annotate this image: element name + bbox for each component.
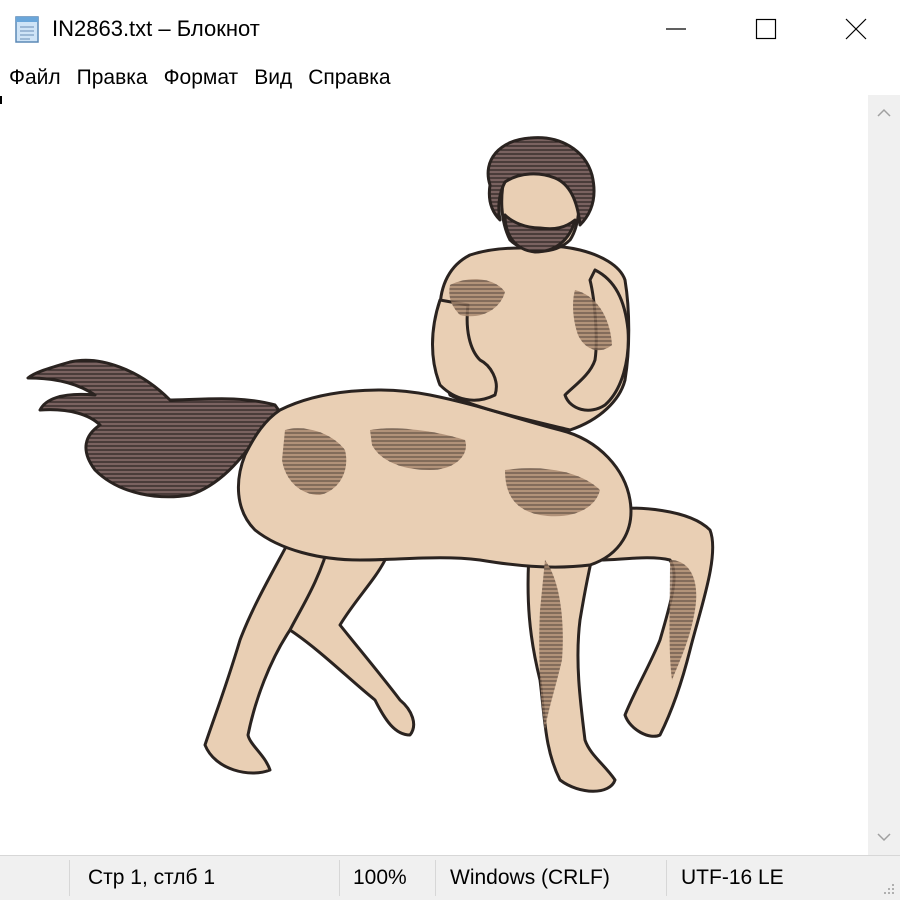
- menu-view[interactable]: Вид: [246, 63, 300, 93]
- text-caret: [0, 96, 2, 104]
- close-button[interactable]: [810, 0, 900, 58]
- scroll-up-arrow-icon: [877, 108, 891, 117]
- menu-format[interactable]: Формат: [156, 63, 247, 93]
- text-editor-area[interactable]: [0, 95, 868, 855]
- title-bar: IN2863.txt – Блокнот: [0, 0, 900, 58]
- status-separator: [339, 860, 340, 896]
- menu-help[interactable]: Справка: [300, 63, 398, 93]
- resize-grip-icon[interactable]: [882, 882, 896, 896]
- status-separator: [69, 860, 70, 896]
- centaur-art: [26, 136, 715, 793]
- maximize-button[interactable]: [720, 0, 812, 58]
- minimize-button[interactable]: [630, 0, 722, 58]
- status-separator: [666, 860, 667, 896]
- status-zoom: 100%: [353, 866, 407, 889]
- menu-file[interactable]: Файл: [0, 63, 69, 93]
- vertical-scrollbar[interactable]: [868, 95, 900, 855]
- status-separator: [435, 860, 436, 896]
- status-encoding: UTF-16 LE: [681, 866, 784, 889]
- minimize-icon: [666, 28, 686, 30]
- scroll-up-button[interactable]: [868, 95, 900, 131]
- status-line-endings: Windows (CRLF): [450, 866, 610, 889]
- menu-bar: Файл Правка Формат Вид Справка: [0, 62, 900, 94]
- notepad-icon: [15, 16, 39, 43]
- close-icon: [845, 18, 867, 40]
- window-title: IN2863.txt – Блокнот: [52, 16, 260, 41]
- menu-edit[interactable]: Правка: [69, 63, 156, 93]
- status-bar: Стр 1, стлб 1 100% Windows (CRLF) UTF-16…: [0, 855, 900, 900]
- maximize-icon: [755, 18, 777, 40]
- scroll-down-button[interactable]: [868, 819, 900, 855]
- scroll-down-arrow-icon: [877, 833, 891, 842]
- status-cursor-position: Стр 1, стлб 1: [88, 866, 216, 889]
